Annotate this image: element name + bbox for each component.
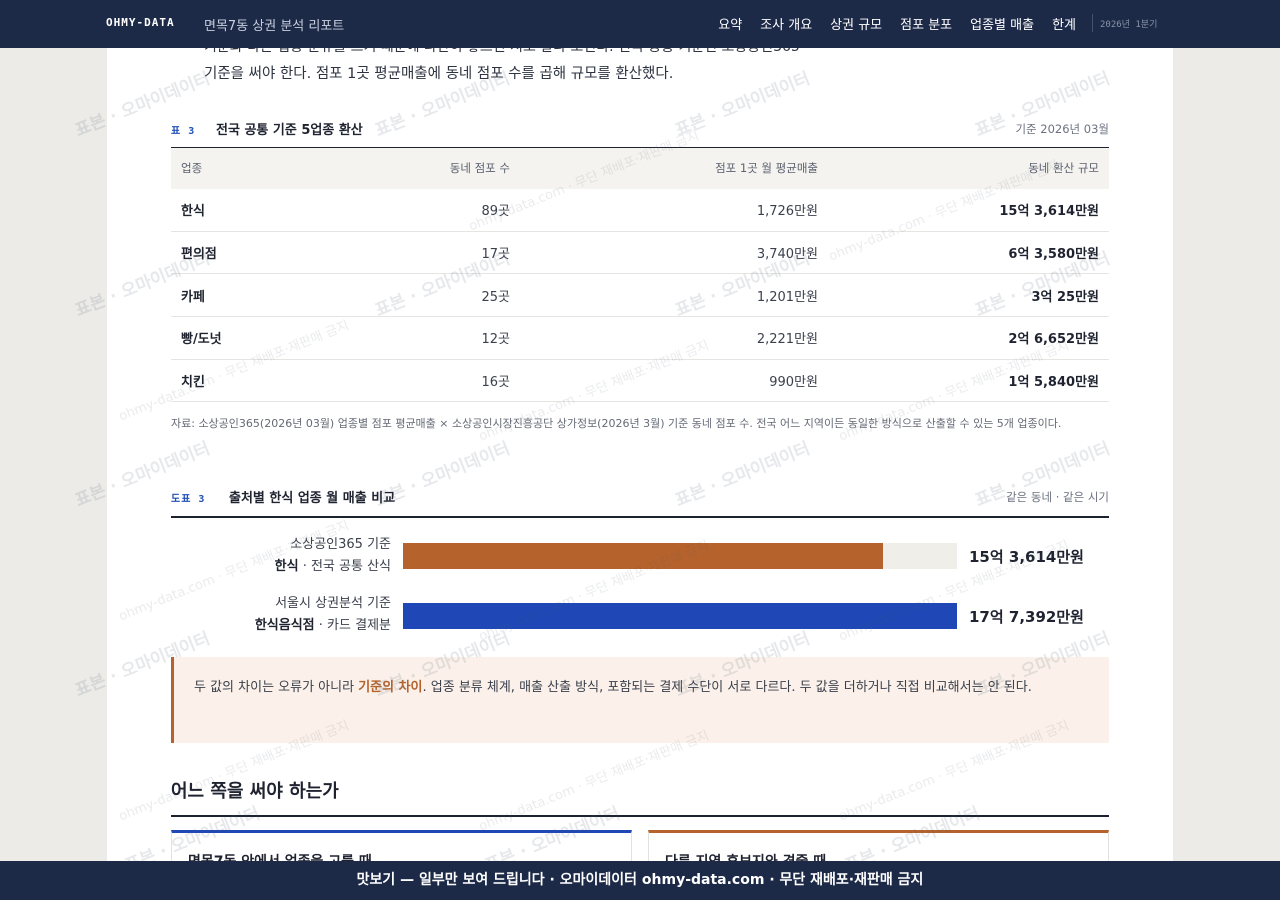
column-header: 업종 bbox=[181, 161, 203, 176]
column-header: 점포 1곳 월 평균매출 bbox=[715, 161, 818, 176]
table-title: 전국 공통 기준 5업종 환산 bbox=[216, 123, 363, 138]
bar-method: · 카드 결제분 bbox=[314, 618, 391, 633]
chart-title: 출처별 한식 업종 월 매출 비교 bbox=[229, 491, 396, 506]
bar-sector: 한식 bbox=[274, 559, 299, 574]
preview-banner: 맛보기 — 일부만 보여 드립니다 · 오마이데이터 ohmy-data.com… bbox=[0, 861, 1280, 900]
converted-total: 2억 6,652만원 bbox=[828, 316, 1109, 360]
bar-track bbox=[403, 543, 957, 569]
avg-monthly-sales: 1,726만원 bbox=[520, 188, 828, 232]
table-row: 빵/도넛 12곳 2,221만원 2억 6,652만원 bbox=[171, 316, 1109, 360]
bar-sector-line: 한식 · 전국 공통 산식 bbox=[275, 556, 391, 578]
avg-monthly-sales: 3,740만원 bbox=[520, 231, 828, 275]
store-count: 25곳 bbox=[321, 273, 520, 318]
bar-source: 서울시 상권분석 기준 bbox=[275, 596, 391, 611]
avg-monthly-sales: 2,221만원 bbox=[520, 316, 828, 360]
store-count: 12곳 bbox=[321, 316, 520, 360]
sector-name: 치킨 bbox=[171, 359, 321, 403]
nav-item-store-distribution[interactable]: 점포 분포 bbox=[900, 14, 952, 33]
callout-note: 두 값의 차이는 오류가 아니라 기준의 차이. 업종 분류 체계, 매출 산출… bbox=[171, 657, 1109, 743]
converted-total: 6억 3,580만원 bbox=[828, 231, 1109, 275]
column-header: 동네 점포 수 bbox=[449, 161, 510, 176]
table-row: 치킨 16곳 990만원 1억 5,840만원 bbox=[171, 359, 1109, 403]
nav-menu: 요약 조사 개요 상권 규모 점포 분포 업종별 매출 한계 bbox=[718, 14, 1076, 33]
sector-name: 빵/도넛 bbox=[171, 316, 321, 360]
callout-text-before: 두 값의 차이는 오류가 아니라 bbox=[194, 680, 359, 695]
chart-condition: 같은 동네 · 같은 시기 bbox=[1006, 490, 1109, 504]
column-header: 동네 환산 규모 bbox=[1028, 161, 1099, 176]
converted-total: 15억 3,614만원 bbox=[828, 188, 1109, 232]
table-section-header: 표 3 전국 공통 기준 5업종 환산 기준 2026년 03월 bbox=[171, 119, 1109, 139]
bar-fill bbox=[403, 543, 883, 569]
callout-highlight: 기준의 차이 bbox=[358, 680, 423, 695]
store-count: 16곳 bbox=[321, 359, 520, 403]
nav-item-market-size[interactable]: 상권 규모 bbox=[830, 14, 882, 33]
table-header-row: 업종 동네 점포 수 점포 1곳 월 평균매출 동네 환산 규모 bbox=[171, 147, 1109, 189]
bar-category-label: 소상공인365 기준 한식 · 전국 공통 산식 bbox=[275, 534, 391, 578]
nav-divider bbox=[1092, 14, 1093, 32]
section-heading: 어느 쪽을 써야 하는가 bbox=[171, 781, 339, 802]
table-row: 편의점 17곳 3,740만원 6억 3,580만원 bbox=[171, 231, 1109, 275]
nav-item-limits[interactable]: 한계 bbox=[1052, 14, 1076, 33]
bar-method: · 전국 공통 산식 bbox=[298, 559, 391, 574]
nav-item-overview[interactable]: 조사 개요 bbox=[760, 14, 812, 33]
avg-monthly-sales: 1,201만원 bbox=[520, 273, 828, 318]
store-count: 89곳 bbox=[321, 188, 520, 232]
table-source-note: 자료: 소상공인365(2026년 03월) 업종별 점포 평균매출 × 소상공… bbox=[171, 417, 1062, 430]
table-basis-date: 기준 2026년 03월 bbox=[1015, 122, 1109, 136]
table-label: 표 3 bbox=[171, 126, 196, 137]
bar-fill bbox=[403, 603, 957, 629]
sector-name: 카페 bbox=[171, 273, 321, 318]
intro-paragraph: 기준을 써야 한다. 점포 1곳 평균매출에 동네 점포 수를 곱해 규모를 환… bbox=[204, 66, 674, 82]
chart-section-header: 도표 3 출처별 한식 업종 월 매출 비교 같은 동네 · 같은 시기 bbox=[171, 487, 1109, 507]
bar-value-label: 15억 3,614만원 bbox=[969, 548, 1084, 566]
sector-name: 한식 bbox=[171, 188, 321, 232]
table-row: 카페 25곳 1,201만원 3억 25만원 bbox=[171, 273, 1109, 318]
nav-item-summary[interactable]: 요약 bbox=[718, 14, 742, 33]
chart-label: 도표 3 bbox=[171, 494, 206, 505]
report-title: 면목7동 상권 분석 리포트 bbox=[204, 19, 345, 34]
bar-source: 소상공인365 기준 bbox=[290, 537, 391, 552]
converted-total: 3억 25만원 bbox=[828, 273, 1109, 318]
bar-sector-line: 한식음식점 · 카드 결제분 bbox=[255, 615, 391, 637]
bar-category-label: 서울시 상권분석 기준 한식음식점 · 카드 결제분 bbox=[255, 593, 391, 637]
chart-divider bbox=[171, 516, 1109, 518]
report-period: 2026년 1분기 bbox=[1100, 20, 1158, 30]
store-count: 17곳 bbox=[321, 231, 520, 275]
table-row: 한식 89곳 1,726만원 15억 3,614만원 bbox=[171, 188, 1109, 232]
bar-value-label: 17억 7,392만원 bbox=[969, 608, 1084, 626]
avg-monthly-sales: 990만원 bbox=[520, 359, 828, 403]
callout-text-after: . 업종 분류 체계, 매출 산출 방식, 포함되는 결제 수단이 서로 다르다… bbox=[422, 680, 1032, 695]
bar-sector: 한식음식점 bbox=[254, 618, 315, 633]
converted-total: 1억 5,840만원 bbox=[828, 359, 1109, 403]
sector-name: 편의점 bbox=[171, 231, 321, 275]
nav-item-sector-sales[interactable]: 업종별 매출 bbox=[970, 14, 1034, 33]
top-nav-bar: OHMY-DATA 면목7동 상권 분석 리포트 요약 조사 개요 상권 규모 … bbox=[0, 0, 1280, 48]
bar-track bbox=[403, 603, 957, 629]
section-divider bbox=[171, 815, 1109, 817]
brand-logo[interactable]: OHMY-DATA bbox=[106, 16, 175, 29]
sector-conversion-table: 업종 동네 점포 수 점포 1곳 월 평균매출 동네 환산 규모 한식 89곳 … bbox=[171, 147, 1109, 403]
